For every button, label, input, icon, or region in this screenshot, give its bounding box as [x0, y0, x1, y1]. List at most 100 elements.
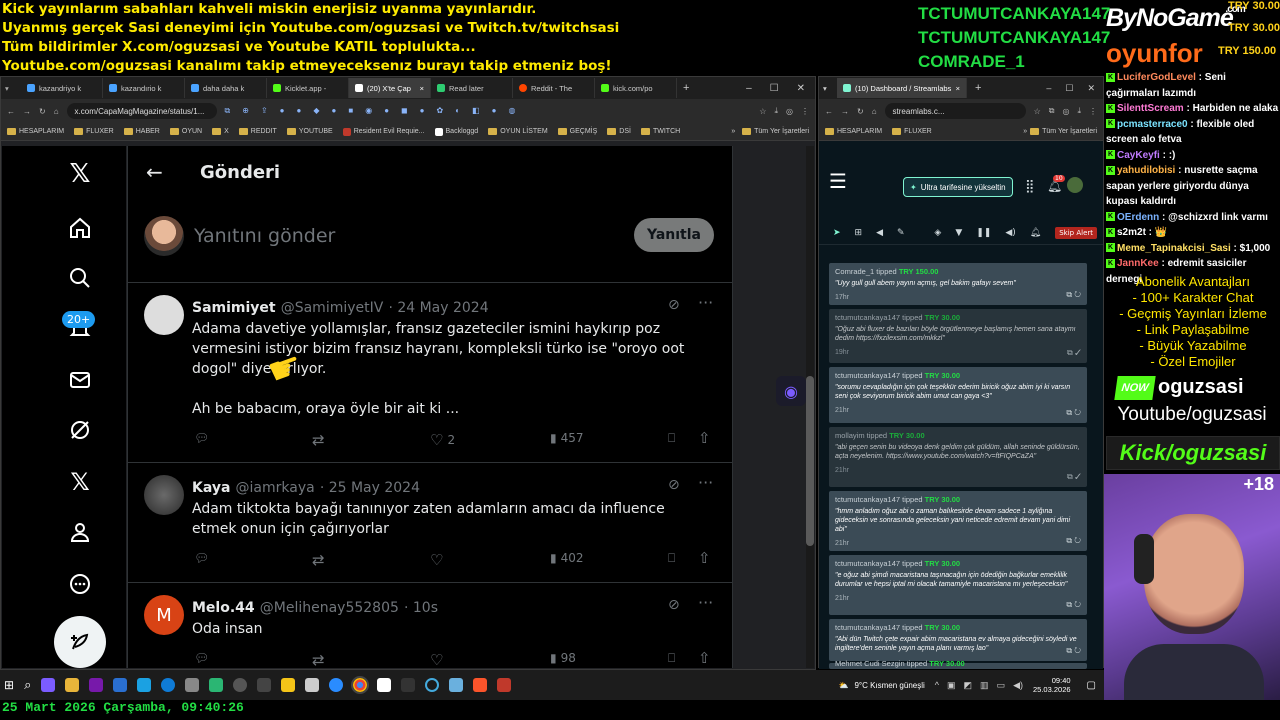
- reply-input[interactable]: Yanıtını gönder: [194, 225, 335, 247]
- close-icon[interactable]: ✕: [1087, 83, 1095, 94]
- mail-icon[interactable]: [66, 366, 94, 394]
- retweet-icon[interactable]: ⇄: [312, 431, 325, 449]
- weather-widget[interactable]: ⛅ 9°C Kısmen güneşli: [838, 681, 924, 690]
- bookmark-folder[interactable]: GEÇMİŞ: [557, 128, 597, 135]
- file-explorer-icon[interactable]: [65, 678, 80, 692]
- skip-alert-button[interactable]: Skip Alert: [1055, 226, 1097, 239]
- browser-tab[interactable]: kick.com/po: [595, 78, 677, 98]
- repeat-icon[interactable]: ⧉ ↻: [1066, 408, 1081, 418]
- extension-icon[interactable]: ●: [492, 106, 497, 116]
- shield-icon[interactable]: ◈: [934, 228, 941, 238]
- volume-icon[interactable]: ◀): [1013, 680, 1023, 691]
- avatar[interactable]: [144, 475, 184, 515]
- app-icon[interactable]: [209, 678, 224, 692]
- app-icon[interactable]: [281, 678, 296, 692]
- extension-icon[interactable]: ◼: [401, 106, 408, 116]
- share-icon[interactable]: ⇧: [698, 549, 711, 567]
- menu-icon[interactable]: ⋮: [1089, 107, 1097, 116]
- author-name[interactable]: Kaya: [192, 480, 230, 496]
- star-icon[interactable]: ☆: [759, 107, 766, 116]
- scrollbar[interactable]: [806, 146, 814, 668]
- check-icon[interactable]: ⧉ ✓: [1067, 472, 1081, 482]
- star-icon[interactable]: ☆: [1034, 107, 1041, 116]
- bookmark-folder[interactable]: FLUXER: [74, 128, 114, 135]
- onenote-icon[interactable]: [89, 678, 104, 692]
- back-icon[interactable]: ←: [7, 107, 15, 116]
- bell-icon[interactable]: 🔔︎: [1030, 228, 1041, 238]
- x-logo-icon[interactable]: 𝕏: [66, 159, 94, 189]
- download-icon[interactable]: ⤓: [774, 106, 778, 116]
- gift-icon[interactable]: ⊞: [855, 228, 863, 238]
- search-icon[interactable]: [66, 264, 94, 292]
- maximize-icon[interactable]: ☐: [770, 83, 779, 94]
- maximize-icon[interactable]: ☐: [1065, 83, 1073, 94]
- zoom-icon[interactable]: ⊕: [242, 106, 249, 116]
- browser-tab[interactable]: daha daha k: [185, 78, 267, 98]
- share-icon[interactable]: ⇧: [698, 649, 711, 667]
- tweet-date[interactable]: · 10s: [404, 600, 438, 616]
- reload-icon[interactable]: ↻: [39, 107, 46, 116]
- avatar[interactable]: [144, 295, 184, 335]
- tray-icon[interactable]: ▥: [980, 680, 989, 691]
- megaphone-icon[interactable]: ◀: [876, 228, 883, 238]
- app-icon[interactable]: [425, 678, 440, 692]
- chrome-icon[interactable]: [351, 676, 370, 694]
- bookmark-icon[interactable]: ⎕: [668, 431, 675, 446]
- bookmark-icon[interactable]: ⎕: [668, 651, 675, 666]
- author-handle[interactable]: @Melihenay552805: [260, 600, 399, 616]
- extension-icon[interactable]: ●: [420, 106, 425, 116]
- extension-icon[interactable]: ✿: [437, 106, 444, 116]
- translate-icon[interactable]: ⧉: [225, 106, 231, 116]
- bookmark-link[interactable]: Resident Evil Requie...: [342, 127, 425, 136]
- author-handle[interactable]: @SamimiyetIV: [281, 300, 384, 316]
- profile-icon[interactable]: ◎: [1062, 107, 1069, 116]
- bookmark-folder[interactable]: HESAPLARIM: [7, 128, 64, 135]
- share-icon[interactable]: ⇧: [698, 429, 711, 447]
- avatar[interactable]: M: [144, 595, 184, 635]
- views-count[interactable]: ▮ 402: [550, 551, 584, 565]
- author-handle[interactable]: @iamrkaya: [236, 480, 315, 496]
- extension-icon[interactable]: ◐: [455, 106, 460, 116]
- forward-icon[interactable]: →: [23, 107, 31, 116]
- extension-icon[interactable]: ●: [297, 106, 302, 116]
- more-options-icon[interactable]: ···: [698, 593, 713, 612]
- search-icon[interactable]: ⌕: [24, 677, 31, 693]
- bookmark-folder[interactable]: REDDIT: [238, 128, 277, 135]
- reply-button[interactable]: Yanıtla: [634, 218, 714, 252]
- upgrade-button[interactable]: ✦ Ultra tarifesine yükseltin: [903, 177, 1013, 197]
- profile-icon[interactable]: ◎: [786, 107, 793, 116]
- more-options-icon[interactable]: ···: [698, 293, 713, 312]
- app-icon[interactable]: [41, 678, 56, 692]
- like-button[interactable]: ♡ 2: [430, 431, 455, 449]
- extension-icon[interactable]: ●: [280, 106, 285, 116]
- browser-tab[interactable]: Reddit - The: [513, 78, 595, 98]
- views-count[interactable]: ▮ 98: [550, 651, 576, 665]
- app-icon[interactable]: [233, 678, 248, 692]
- check-icon[interactable]: ⧉ ✓: [1067, 348, 1081, 358]
- home-icon[interactable]: ⌂: [872, 107, 877, 116]
- extension-icon[interactable]: ⧉: [1049, 106, 1055, 116]
- heart-icon[interactable]: ♡: [430, 551, 443, 569]
- brave-icon[interactable]: [473, 678, 488, 692]
- repeat-icon[interactable]: ⧉ ↻: [1066, 536, 1081, 546]
- new-tab-button[interactable]: +: [975, 82, 981, 94]
- tray-icon[interactable]: ▣: [947, 680, 956, 691]
- extension-icon[interactable]: ●: [384, 106, 389, 116]
- app-icon[interactable]: [497, 678, 512, 692]
- app-icon[interactable]: [137, 678, 152, 692]
- extension-icon[interactable]: ◆: [313, 106, 319, 116]
- bookmark-folder[interactable]: FLUXER: [892, 128, 932, 135]
- author-name[interactable]: Samimiyet: [192, 300, 276, 316]
- chevron-up-icon[interactable]: ^: [935, 680, 939, 691]
- home-icon[interactable]: [66, 214, 94, 242]
- menu-icon[interactable]: ⋮: [801, 107, 809, 116]
- all-bookmarks[interactable]: » Tüm Yer İşaretleri: [1023, 128, 1097, 135]
- extension-icon[interactable]: ●: [332, 106, 337, 116]
- camera-icon[interactable]: [185, 678, 200, 692]
- grok-icon[interactable]: ⊘: [668, 297, 680, 313]
- tweet[interactable]: M Melo.44 @Melihenay552805 · 10s ⊘ ··· O…: [128, 582, 732, 669]
- app-icon[interactable]: [329, 678, 344, 692]
- pause-icon[interactable]: ❚❚: [976, 228, 991, 238]
- premium-x-icon[interactable]: 𝕏: [66, 468, 94, 496]
- apps-grid-icon[interactable]: ⣿: [1025, 179, 1035, 194]
